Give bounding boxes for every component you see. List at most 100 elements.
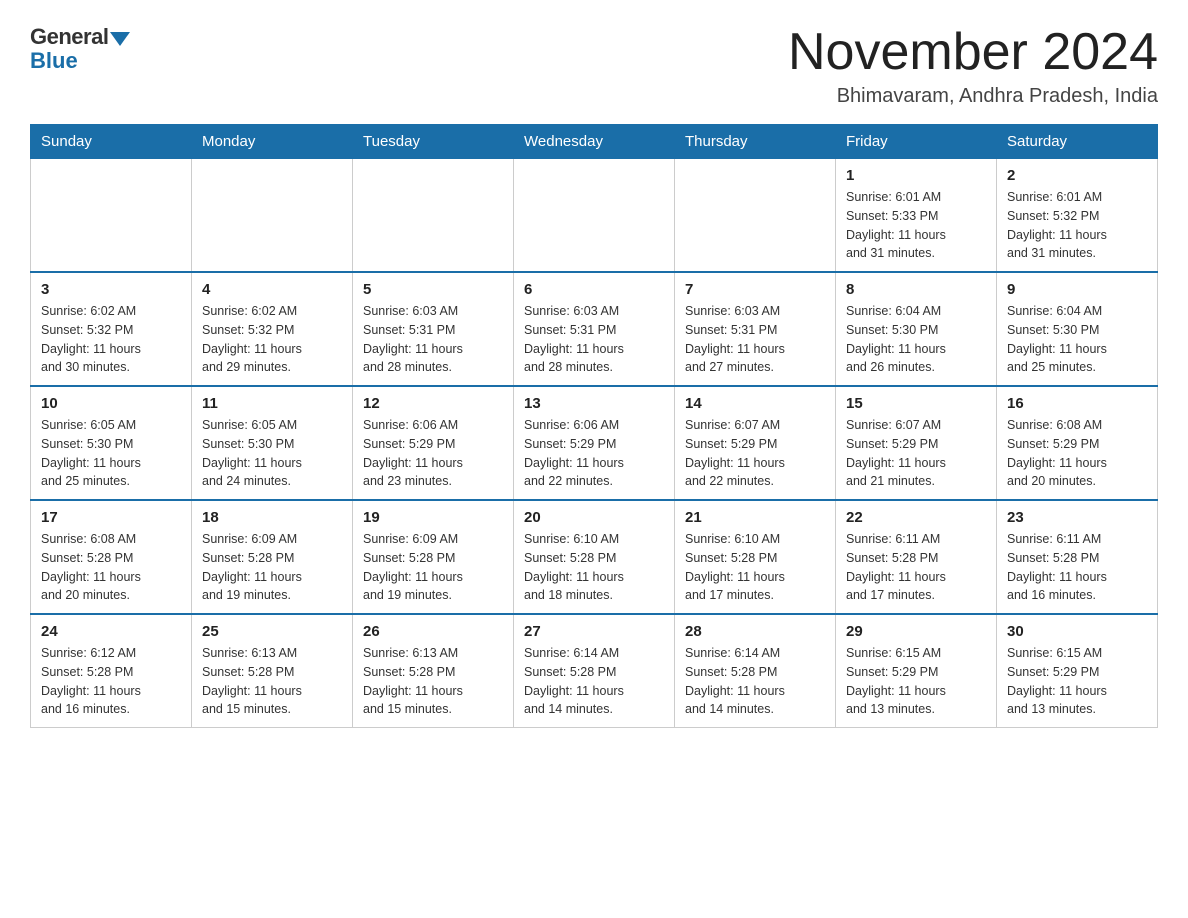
day-number: 8 — [846, 281, 986, 298]
day-number: 15 — [846, 395, 986, 412]
day-info: Sunrise: 6:03 AMSunset: 5:31 PMDaylight:… — [363, 302, 503, 377]
week-row-4: 17Sunrise: 6:08 AMSunset: 5:28 PMDayligh… — [31, 500, 1158, 614]
day-number: 24 — [41, 623, 181, 640]
day-number: 12 — [363, 395, 503, 412]
day-number: 16 — [1007, 395, 1147, 412]
day-number: 22 — [846, 509, 986, 526]
day-number: 19 — [363, 509, 503, 526]
calendar-cell: 2Sunrise: 6:01 AMSunset: 5:32 PMDaylight… — [997, 159, 1158, 273]
day-number: 9 — [1007, 281, 1147, 298]
calendar-cell: 11Sunrise: 6:05 AMSunset: 5:30 PMDayligh… — [192, 386, 353, 500]
calendar-cell: 28Sunrise: 6:14 AMSunset: 5:28 PMDayligh… — [675, 614, 836, 728]
day-info: Sunrise: 6:04 AMSunset: 5:30 PMDaylight:… — [1007, 302, 1147, 377]
day-number: 11 — [202, 395, 342, 412]
calendar-cell — [675, 159, 836, 273]
weekday-header-sunday: Sunday — [31, 125, 192, 159]
day-number: 4 — [202, 281, 342, 298]
day-number: 10 — [41, 395, 181, 412]
day-number: 27 — [524, 623, 664, 640]
day-info: Sunrise: 6:11 AMSunset: 5:28 PMDaylight:… — [846, 530, 986, 605]
calendar-cell: 29Sunrise: 6:15 AMSunset: 5:29 PMDayligh… — [836, 614, 997, 728]
day-info: Sunrise: 6:05 AMSunset: 5:30 PMDaylight:… — [41, 416, 181, 491]
day-number: 23 — [1007, 509, 1147, 526]
day-number: 2 — [1007, 167, 1147, 184]
logo-arrow-icon — [110, 32, 130, 46]
day-info: Sunrise: 6:02 AMSunset: 5:32 PMDaylight:… — [202, 302, 342, 377]
calendar-cell: 1 Sunrise: 6:01 AMSunset: 5:33 PMDaylight… — [836, 159, 997, 273]
day-info: Sunrise: 6:10 AMSunset: 5:28 PMDaylight:… — [524, 530, 664, 605]
calendar-cell: 9 Sunrise: 6:04 AMSunset: 5:30 PMDaylight… — [997, 272, 1158, 386]
calendar-table: SundayMondayTuesdayWednesdayThursdayFrid… — [30, 124, 1158, 728]
calendar-cell: 18 Sunrise: 6:09 AMSunset: 5:28 PMDayligh… — [192, 500, 353, 614]
calendar-cell: 12 Sunrise: 6:06 AMSunset: 5:29 PMDayligh… — [353, 386, 514, 500]
day-info: Sunrise: 6:01 AMSunset: 5:33 PMDaylight:… — [846, 188, 986, 263]
day-number: 13 — [524, 395, 664, 412]
calendar-cell: 14Sunrise: 6:07 AMSunset: 5:29 PMDayligh… — [675, 386, 836, 500]
day-number: 20 — [524, 509, 664, 526]
calendar-cell: 25 Sunrise: 6:13 AMSunset: 5:28 PMDayligh… — [192, 614, 353, 728]
calendar-cell: 7Sunrise: 6:03 AMSunset: 5:31 PMDaylight… — [675, 272, 836, 386]
day-number: 7 — [685, 281, 825, 298]
week-row-3: 10 Sunrise: 6:05 AMSunset: 5:30 PMDayligh… — [31, 386, 1158, 500]
logo: General Blue — [30, 24, 130, 74]
day-info: Sunrise: 6:14 AMSunset: 5:28 PMDaylight:… — [524, 644, 664, 719]
day-info: Sunrise: 6:11 AMSunset: 5:28 PMDaylight:… — [1007, 530, 1147, 605]
calendar-cell: 21 Sunrise: 6:10 AMSunset: 5:28 PMDayligh… — [675, 500, 836, 614]
calendar-cell: 30 Sunrise: 6:15 AMSunset: 5:29 PMDayligh… — [997, 614, 1158, 728]
calendar-cell: 13 Sunrise: 6:06 AMSunset: 5:29 PMDayligh… — [514, 386, 675, 500]
calendar-cell: 22 Sunrise: 6:11 AMSunset: 5:28 PMDayligh… — [836, 500, 997, 614]
day-number: 29 — [846, 623, 986, 640]
weekday-header-saturday: Saturday — [997, 125, 1158, 159]
calendar-cell: 16Sunrise: 6:08 AMSunset: 5:29 PMDayligh… — [997, 386, 1158, 500]
week-row-1: 1 Sunrise: 6:01 AMSunset: 5:33 PMDaylight… — [31, 159, 1158, 273]
calendar-cell: 6Sunrise: 6:03 AMSunset: 5:31 PMDaylight… — [514, 272, 675, 386]
calendar-cell: 15 Sunrise: 6:07 AMSunset: 5:29 PMDayligh… — [836, 386, 997, 500]
day-number: 26 — [363, 623, 503, 640]
day-number: 6 — [524, 281, 664, 298]
day-info: Sunrise: 6:13 AMSunset: 5:28 PMDaylight:… — [202, 644, 342, 719]
day-number: 5 — [363, 281, 503, 298]
title-block: November 2024 Bhimavaram, Andhra Pradesh… — [788, 24, 1158, 108]
weekday-header-monday: Monday — [192, 125, 353, 159]
calendar-cell: 20 Sunrise: 6:10 AMSunset: 5:28 PMDayligh… — [514, 500, 675, 614]
calendar-cell: 5 Sunrise: 6:03 AMSunset: 5:31 PMDaylight… — [353, 272, 514, 386]
location-title: Bhimavaram, Andhra Pradesh, India — [788, 85, 1158, 108]
calendar-cell — [192, 159, 353, 273]
weekday-header-thursday: Thursday — [675, 125, 836, 159]
calendar-cell: 19 Sunrise: 6:09 AMSunset: 5:28 PMDayligh… — [353, 500, 514, 614]
day-info: Sunrise: 6:13 AMSunset: 5:28 PMDaylight:… — [363, 644, 503, 719]
day-info: Sunrise: 6:06 AMSunset: 5:29 PMDaylight:… — [363, 416, 503, 491]
day-info: Sunrise: 6:09 AMSunset: 5:28 PMDaylight:… — [363, 530, 503, 605]
page-header: General Blue November 2024 Bhimavaram, A… — [30, 24, 1158, 108]
weekday-header-wednesday: Wednesday — [514, 125, 675, 159]
day-number: 25 — [202, 623, 342, 640]
weekday-header-row: SundayMondayTuesdayWednesdayThursdayFrid… — [31, 125, 1158, 159]
logo-general-text: General — [30, 24, 108, 50]
day-number: 1 — [846, 167, 986, 184]
weekday-header-friday: Friday — [836, 125, 997, 159]
day-info: Sunrise: 6:02 AMSunset: 5:32 PMDaylight:… — [41, 302, 181, 377]
calendar-cell: 17Sunrise: 6:08 AMSunset: 5:28 PMDayligh… — [31, 500, 192, 614]
day-info: Sunrise: 6:07 AMSunset: 5:29 PMDaylight:… — [846, 416, 986, 491]
day-info: Sunrise: 6:15 AMSunset: 5:29 PMDaylight:… — [1007, 644, 1147, 719]
day-info: Sunrise: 6:06 AMSunset: 5:29 PMDaylight:… — [524, 416, 664, 491]
day-number: 14 — [685, 395, 825, 412]
calendar-cell: 4 Sunrise: 6:02 AMSunset: 5:32 PMDaylight… — [192, 272, 353, 386]
week-row-2: 3Sunrise: 6:02 AMSunset: 5:32 PMDaylight… — [31, 272, 1158, 386]
month-title: November 2024 — [788, 24, 1158, 81]
day-number: 18 — [202, 509, 342, 526]
day-number: 30 — [1007, 623, 1147, 640]
calendar-cell — [31, 159, 192, 273]
day-info: Sunrise: 6:09 AMSunset: 5:28 PMDaylight:… — [202, 530, 342, 605]
calendar-cell: 3Sunrise: 6:02 AMSunset: 5:32 PMDaylight… — [31, 272, 192, 386]
calendar-cell: 10 Sunrise: 6:05 AMSunset: 5:30 PMDayligh… — [31, 386, 192, 500]
calendar-cell: 23 Sunrise: 6:11 AMSunset: 5:28 PMDayligh… — [997, 500, 1158, 614]
day-number: 21 — [685, 509, 825, 526]
calendar-cell — [514, 159, 675, 273]
calendar-cell: 26 Sunrise: 6:13 AMSunset: 5:28 PMDayligh… — [353, 614, 514, 728]
logo-blue-text: Blue — [30, 48, 78, 74]
calendar-cell — [353, 159, 514, 273]
day-info: Sunrise: 6:14 AMSunset: 5:28 PMDaylight:… — [685, 644, 825, 719]
day-info: Sunrise: 6:12 AMSunset: 5:28 PMDaylight:… — [41, 644, 181, 719]
day-info: Sunrise: 6:10 AMSunset: 5:28 PMDaylight:… — [685, 530, 825, 605]
